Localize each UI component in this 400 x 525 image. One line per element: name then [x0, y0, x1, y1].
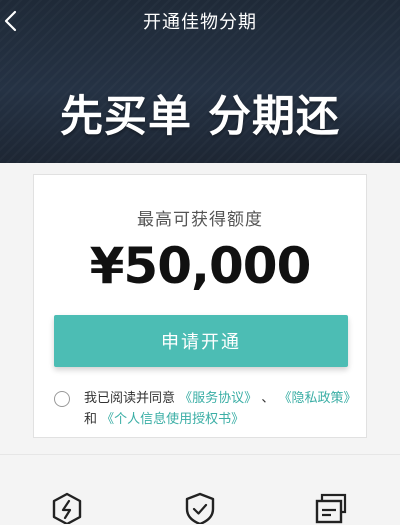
credit-limit-card: 最高可获得额度 ¥50,000 申请开通 我已阅读并同意 《服务协议》 、 《隐… [33, 174, 367, 438]
shield-check-icon [185, 492, 215, 524]
agreement-and: 和 [84, 412, 98, 427]
privacy-policy-link[interactable]: 《隐私政策》 [278, 391, 356, 406]
divider [0, 454, 400, 455]
authorization-link[interactable]: 《个人信息使用授权书》 [101, 412, 244, 427]
agreement-separator: 、 [261, 391, 275, 406]
lightning-hexagon-icon [52, 492, 82, 524]
app-screen: 开通佳物分期 先买单 分期还 最高可获得额度 ¥50,000 申请开通 我已阅读… [0, 0, 400, 525]
limit-amount: ¥50,000 [89, 237, 312, 295]
service-agreement-link[interactable]: 《服务协议》 [179, 391, 257, 406]
agree-radio[interactable] [54, 391, 70, 407]
agreement-prefix: 我已阅读并同意 [84, 391, 176, 406]
hero-banner: 开通佳物分期 先买单 分期还 [0, 0, 400, 163]
limit-label: 最高可获得额度 [137, 210, 263, 230]
agreement-text: 我已阅读并同意 《服务协议》 、 《隐私政策》 和 《个人信息使用授权书》 [84, 388, 359, 430]
card-stack-icon [315, 493, 347, 524]
page-title: 开通佳物分期 [143, 12, 257, 33]
nav-bar: 开通佳物分期 [0, 0, 400, 44]
apply-button[interactable]: 申请开通 [54, 315, 348, 367]
hero-headline: 先买单 分期还 [60, 92, 340, 142]
